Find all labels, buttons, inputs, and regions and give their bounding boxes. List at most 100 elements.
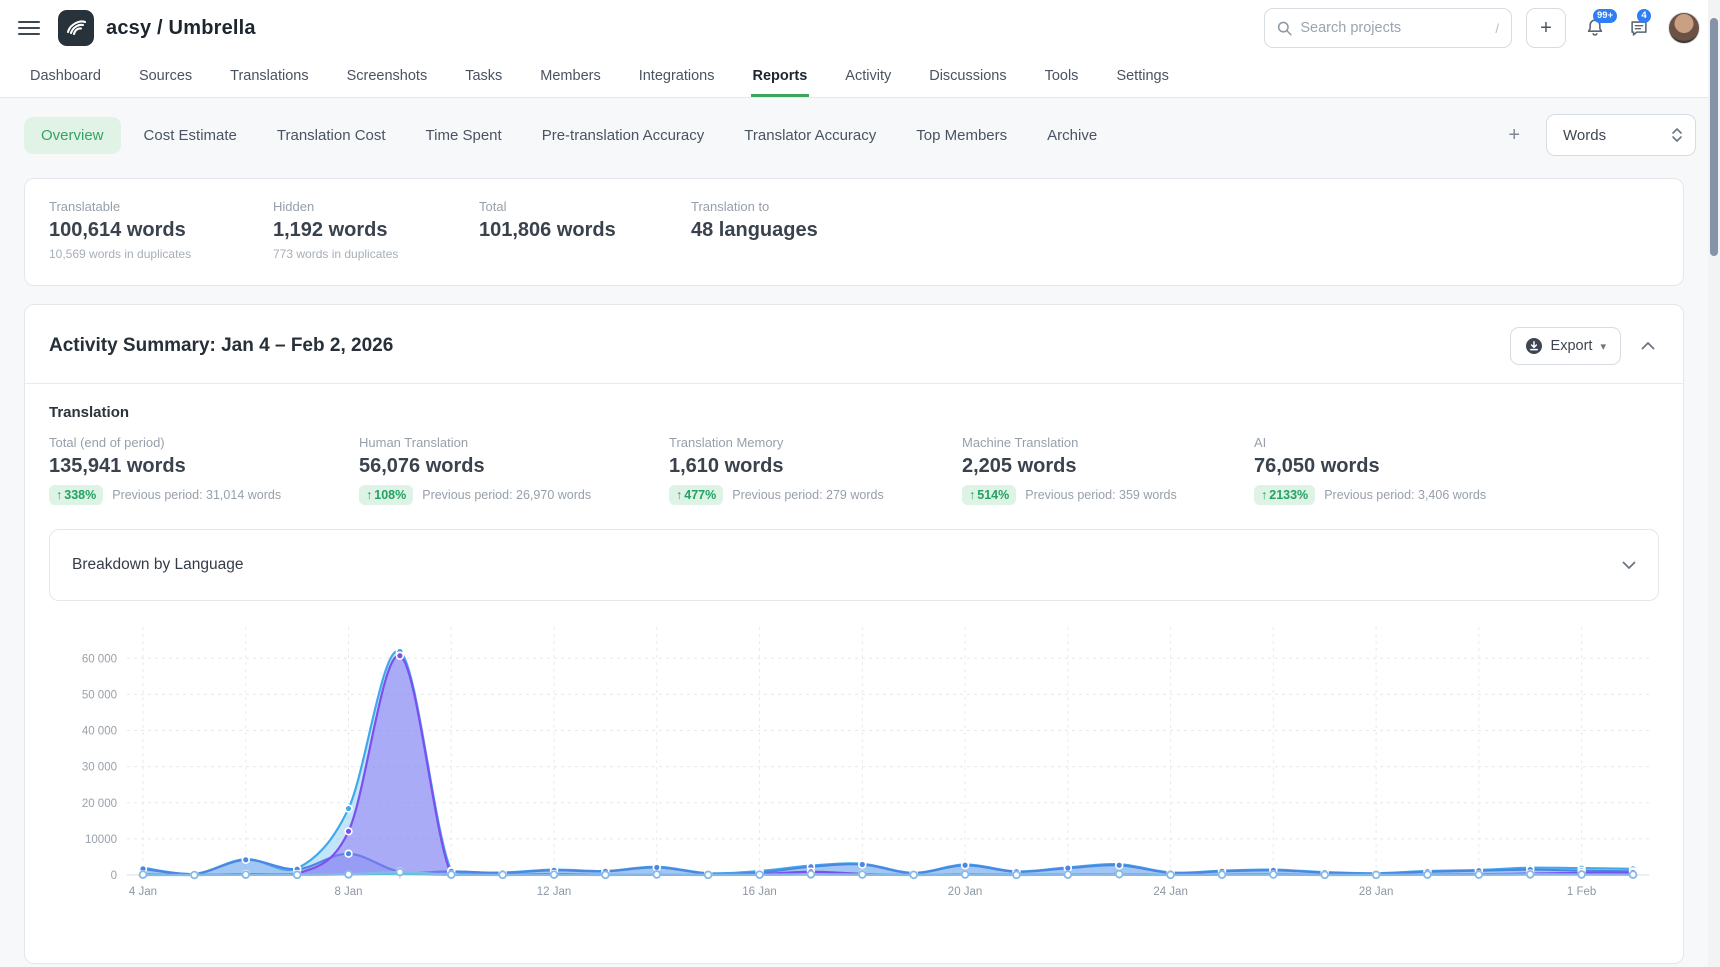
notifications-badge: 99+ xyxy=(1593,9,1617,23)
svg-text:50 000: 50 000 xyxy=(82,689,117,701)
tab-screenshots[interactable]: Screenshots xyxy=(345,56,430,97)
svg-text:30 000: 30 000 xyxy=(82,762,117,774)
reports-subnav: Overview Cost Estimate Translation Cost … xyxy=(0,98,1720,156)
stat-hidden: Hidden 1,192 words 773 words in duplicat… xyxy=(273,199,479,261)
export-button[interactable]: Export ▾ xyxy=(1510,327,1621,365)
subtab-translator-accuracy[interactable]: Translator Accuracy xyxy=(727,117,893,154)
tab-integrations[interactable]: Integrations xyxy=(637,56,717,97)
subtab-translation-cost[interactable]: Translation Cost xyxy=(260,117,403,154)
activity-summary-card: Activity Summary: Jan 4 – Feb 2, 2026 Ex… xyxy=(24,304,1684,964)
tab-members[interactable]: Members xyxy=(538,56,602,97)
metric-value: 56,076 words xyxy=(359,455,669,478)
create-project-button[interactable]: + xyxy=(1526,8,1566,48)
svg-text:40 000: 40 000 xyxy=(82,726,117,738)
trend-up-icon: ↑ xyxy=(676,488,682,502)
svg-text:24 Jan: 24 Jan xyxy=(1153,886,1188,898)
metric-human-translation: Human Translation 56,076 words ↑108% Pre… xyxy=(359,435,669,505)
subtab-time-spent[interactable]: Time Spent xyxy=(409,117,519,154)
svg-text:0: 0 xyxy=(111,870,117,882)
svg-text:4 Jan: 4 Jan xyxy=(129,886,157,898)
svg-text:60 000: 60 000 xyxy=(82,653,117,665)
trend-up-icon: ↑ xyxy=(366,488,372,502)
tab-settings[interactable]: Settings xyxy=(1114,56,1170,97)
search-shortcut-hint: / xyxy=(1495,21,1499,36)
previous-period: Previous period: 279 words xyxy=(732,488,883,502)
trend-badge: ↑2133% xyxy=(1254,485,1315,505)
svg-text:16 Jan: 16 Jan xyxy=(742,886,777,898)
trend-badge: ↑108% xyxy=(359,485,413,505)
metric-value: 76,050 words xyxy=(1254,455,1486,478)
metric-ai: AI 76,050 words ↑2133% Previous period: … xyxy=(1254,435,1486,505)
activity-line-chart[interactable]: 0 10000 20 000 30 000 40 000 50 000 60 000 4 Ja… xyxy=(49,617,1661,937)
tab-sources[interactable]: Sources xyxy=(137,56,194,97)
tab-dashboard[interactable]: Dashboard xyxy=(28,56,103,97)
search-input[interactable] xyxy=(1300,20,1487,36)
tab-discussions[interactable]: Discussions xyxy=(927,56,1008,97)
trend-up-icon: ↑ xyxy=(969,488,975,502)
trend-badge: ↑338% xyxy=(49,485,103,505)
previous-period: Previous period: 359 words xyxy=(1025,488,1176,502)
download-icon xyxy=(1525,337,1543,355)
subtab-archive[interactable]: Archive xyxy=(1030,117,1114,154)
trend-up-icon: ↑ xyxy=(1261,488,1267,502)
previous-period: Previous period: 3,406 words xyxy=(1324,488,1486,502)
tab-activity[interactable]: Activity xyxy=(843,56,893,97)
notifications-button[interactable]: 99+ xyxy=(1580,13,1610,43)
chevrons-up-down-icon xyxy=(1671,127,1683,143)
caret-down-icon: ▾ xyxy=(1600,340,1606,353)
search-box[interactable]: / xyxy=(1264,8,1512,48)
tab-translations[interactable]: Translations xyxy=(228,56,310,97)
tab-reports[interactable]: Reports xyxy=(751,56,810,97)
metric-label: Translation Memory xyxy=(669,435,962,450)
stat-label: Translation to xyxy=(691,199,818,214)
units-select-value: Words xyxy=(1563,127,1606,144)
stat-value: 101,806 words xyxy=(479,219,691,242)
collapse-section-button[interactable] xyxy=(1637,333,1659,359)
user-avatar[interactable] xyxy=(1668,12,1700,44)
page-title: acsy / Umbrella xyxy=(106,17,256,40)
activity-summary-title: Activity Summary: Jan 4 – Feb 2, 2026 xyxy=(49,335,393,357)
stat-label: Translatable xyxy=(49,199,273,214)
svg-text:10000: 10000 xyxy=(85,834,117,846)
project-logo[interactable] xyxy=(58,10,94,46)
export-label: Export xyxy=(1551,338,1593,354)
chevron-up-icon xyxy=(1641,341,1655,350)
breakdown-by-language-toggle[interactable]: Breakdown by Language xyxy=(49,529,1659,601)
subtab-top-members[interactable]: Top Members xyxy=(899,117,1024,154)
metric-label: Machine Translation xyxy=(962,435,1254,450)
words-summary-card: Translatable 100,614 words 10,569 words … xyxy=(24,178,1684,286)
trend-up-icon: ↑ xyxy=(56,488,62,502)
metric-translation-memory: Translation Memory 1,610 words ↑477% Pre… xyxy=(669,435,962,505)
translation-metrics-row: Total (end of period) 135,941 words ↑338… xyxy=(25,435,1683,505)
metric-label: Total (end of period) xyxy=(49,435,359,450)
metric-label: AI xyxy=(1254,435,1486,450)
page-scrollbar[interactable] xyxy=(1708,0,1720,967)
stat-total: Total 101,806 words xyxy=(479,199,691,261)
activity-chart: 0 10000 20 000 30 000 40 000 50 000 60 000 4 Ja… xyxy=(25,601,1683,942)
trend-badge: ↑477% xyxy=(669,485,723,505)
units-select[interactable]: Words xyxy=(1546,114,1696,156)
metric-value: 135,941 words xyxy=(49,455,359,478)
metric-value: 2,205 words xyxy=(962,455,1254,478)
chevron-down-icon xyxy=(1622,561,1636,570)
tab-tasks[interactable]: Tasks xyxy=(463,56,504,97)
subtab-overview[interactable]: Overview xyxy=(24,117,121,154)
subtab-pretranslation-accuracy[interactable]: Pre-translation Accuracy xyxy=(525,117,722,154)
metric-machine-translation: Machine Translation 2,205 words ↑514% Pr… xyxy=(962,435,1254,505)
svg-text:20 000: 20 000 xyxy=(82,798,117,810)
add-report-button[interactable]: + xyxy=(1500,120,1528,151)
subtab-cost-estimate[interactable]: Cost Estimate xyxy=(127,117,254,154)
menu-icon[interactable] xyxy=(18,21,40,35)
stat-translatable: Translatable 100,614 words 10,569 words … xyxy=(49,199,273,261)
translation-section-title: Translation xyxy=(25,384,1683,435)
breakdown-label: Breakdown by Language xyxy=(72,556,244,574)
tab-tools[interactable]: Tools xyxy=(1043,56,1081,97)
messages-badge: 4 xyxy=(1637,9,1651,23)
metric-label: Human Translation xyxy=(359,435,669,450)
top-bar: acsy / Umbrella / + 99+ 4 xyxy=(0,0,1720,56)
trend-badge: ↑514% xyxy=(962,485,1016,505)
messages-button[interactable]: 4 xyxy=(1624,13,1654,43)
scrollbar-thumb[interactable] xyxy=(1710,18,1718,256)
stat-translation-to: Translation to 48 languages xyxy=(691,199,818,261)
search-icon xyxy=(1277,20,1292,37)
